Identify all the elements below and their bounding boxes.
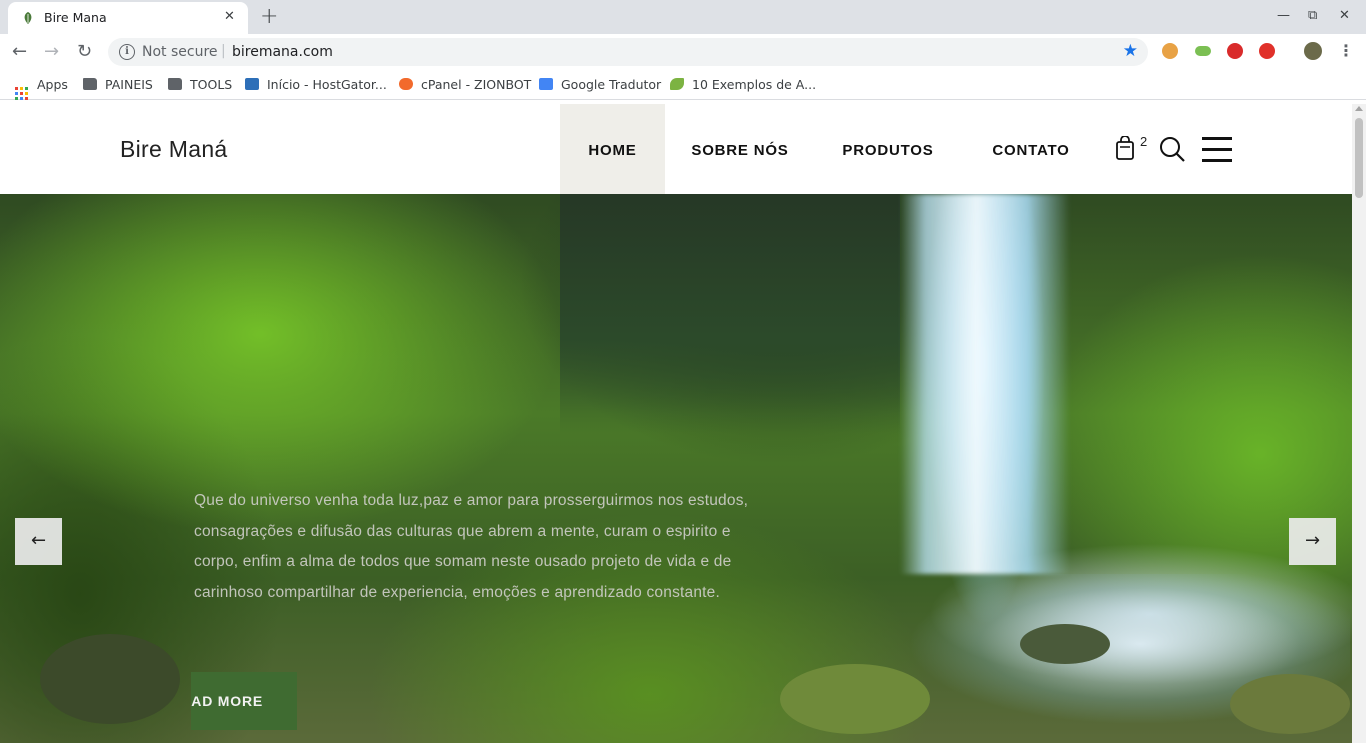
bookmark-star-icon[interactable]: ★	[1123, 41, 1138, 61]
forward-icon[interactable]: →	[44, 41, 59, 62]
leaf-icon	[670, 78, 684, 90]
hero-text: Que do universo venha toda luz,paz e amo…	[194, 492, 749, 601]
tab-title: Bire Mana	[44, 10, 107, 25]
bookmark-label: Google Tradutor	[561, 77, 662, 92]
security-label: Not secure	[142, 44, 218, 60]
tab-strip: Bire Mana ✕ + — ⧉ ✕	[0, 0, 1366, 34]
hero-rock	[780, 664, 930, 734]
extension-adblock-icon[interactable]	[1227, 43, 1243, 59]
cart-count-badge: 2	[1140, 134, 1148, 149]
bookmark-tools[interactable]: TOOLS	[168, 77, 232, 92]
omnibox-separator: |	[221, 43, 226, 59]
nav-produtos[interactable]: PRODUTOS	[830, 104, 946, 194]
bookmark-apps[interactable]: Apps	[15, 77, 68, 100]
site-header: Bire Maná HOME SOBRE NÓS PRODUTOS CONTAT…	[0, 104, 1352, 194]
bookmark-label: 10 Exemplos de A...	[692, 77, 817, 92]
arrow-left-icon: ←	[30, 530, 47, 551]
nav-home[interactable]: HOME	[560, 104, 665, 194]
restore-icon[interactable]: ⧉	[1308, 8, 1317, 23]
bookmarks-bar: Apps PAINEIS TOOLS Início - HostGator...…	[0, 70, 1366, 100]
hero-waterfall	[900, 194, 1070, 574]
page-scrollbar[interactable]	[1352, 104, 1366, 743]
site-favicon-icon	[24, 12, 32, 24]
bookmark-google-tradutor[interactable]: Google Tradutor	[539, 77, 661, 92]
bookmark-cpanel[interactable]: cPanel - ZIONBOT	[399, 77, 531, 92]
search-icon[interactable]	[1158, 135, 1186, 163]
google-translate-icon	[539, 78, 553, 90]
read-more-button[interactable]: READ MORE	[191, 672, 297, 730]
arrow-right-icon: →	[1304, 530, 1321, 551]
extension-block-icon[interactable]	[1259, 43, 1275, 59]
close-window-icon[interactable]: ✕	[1339, 8, 1350, 23]
slider-prev-button[interactable]: ←	[15, 518, 62, 565]
hostgator-icon	[245, 78, 259, 90]
back-icon[interactable]: ←	[12, 41, 27, 62]
minimize-icon[interactable]: —	[1277, 8, 1290, 23]
browser-tab[interactable]: Bire Mana ✕	[8, 2, 248, 34]
site-logo[interactable]: Bire Maná	[120, 136, 228, 163]
read-more-label: READ MORE	[191, 693, 263, 709]
hero-cliff-backdrop	[560, 194, 900, 434]
folder-icon	[168, 78, 182, 90]
browser-toolbar: ← → ↻ i Not secure | biremana.com ★ ⋮	[0, 34, 1366, 70]
hero-rock	[1230, 674, 1350, 734]
bookmark-label: PAINEIS	[105, 77, 153, 92]
info-icon[interactable]: i	[119, 44, 135, 60]
new-tab-button[interactable]: +	[260, 4, 278, 29]
bookmark-paineis[interactable]: PAINEIS	[83, 77, 153, 92]
scroll-thumb[interactable]	[1355, 118, 1363, 198]
reload-icon[interactable]: ↻	[77, 41, 92, 62]
slider-next-button[interactable]: →	[1289, 518, 1336, 565]
url-text[interactable]: biremana.com	[232, 44, 333, 60]
nav-sobre-nos[interactable]: SOBRE NÓS	[680, 104, 800, 194]
folder-icon	[83, 78, 97, 90]
scroll-up-icon[interactable]	[1355, 106, 1363, 111]
extension-cookie-icon[interactable]	[1162, 43, 1178, 59]
apps-grid-icon	[15, 87, 28, 100]
browser-menu-icon[interactable]: ⋮	[1338, 41, 1354, 60]
hamburger-menu-icon[interactable]	[1202, 137, 1232, 162]
address-bar[interactable]: i Not secure | biremana.com ★	[108, 38, 1148, 66]
shopping-bag-icon[interactable]	[1115, 136, 1135, 160]
bookmark-exemplos[interactable]: 10 Exemplos de A...	[670, 77, 816, 92]
bookmark-label: Apps	[37, 77, 68, 92]
bookmark-label: TOOLS	[190, 77, 233, 92]
bookmark-label: cPanel - ZIONBOT	[421, 77, 532, 92]
bookmark-hostgator[interactable]: Início - HostGator...	[245, 77, 387, 92]
nav-contato[interactable]: CONTATO	[978, 104, 1084, 194]
tab-close-icon[interactable]: ✕	[224, 9, 235, 24]
hero-rock	[40, 634, 180, 724]
bookmark-label: Início - HostGator...	[267, 77, 387, 92]
cpanel-icon	[399, 78, 413, 90]
hero-rock	[1020, 624, 1110, 664]
hero-slider: Que do universo venha toda luz,paz e amo…	[0, 194, 1352, 743]
profile-avatar[interactable]	[1304, 42, 1322, 60]
extension-toggle-icon[interactable]	[1195, 46, 1211, 56]
